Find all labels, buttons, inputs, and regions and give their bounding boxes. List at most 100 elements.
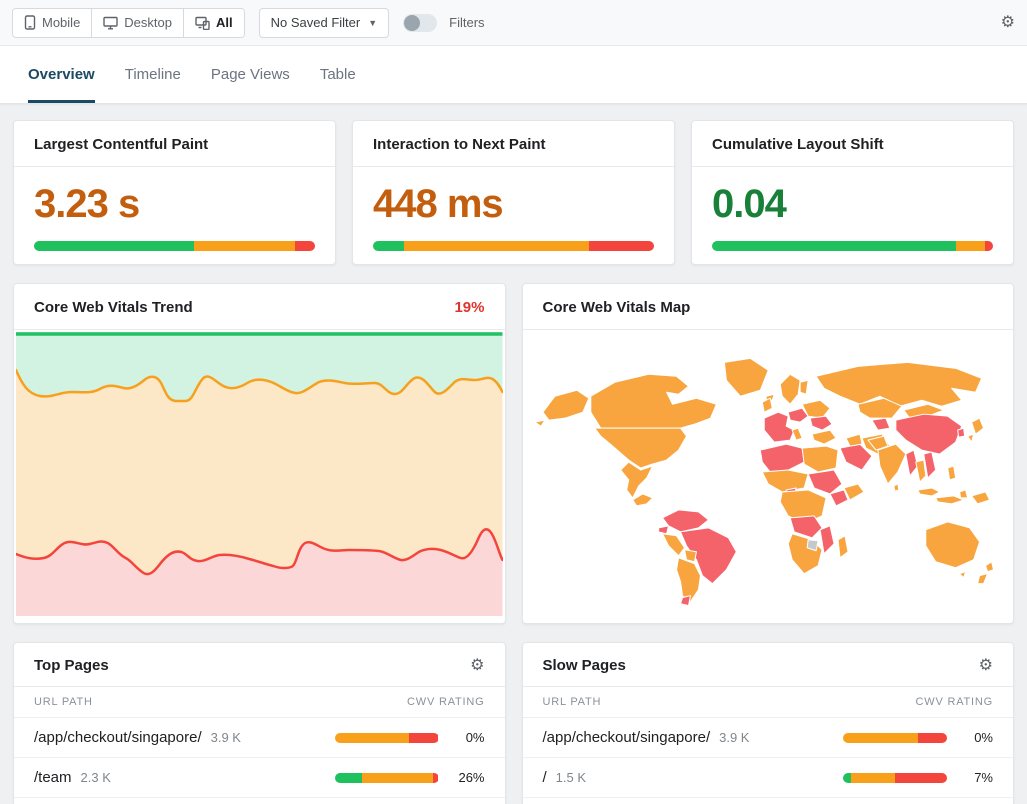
toggle-knob: [404, 15, 420, 31]
bar-segment-good: [34, 241, 194, 251]
slow-pages-card: Slow Pages ⚙ URL PATH CWV RATING /app/ch…: [522, 642, 1015, 804]
cwv-rating-bar: [335, 773, 439, 783]
phone-icon: [24, 15, 36, 30]
device-button-label: Mobile: [42, 15, 80, 30]
saved-filter-label: No Saved Filter: [271, 15, 361, 30]
bar-segment-ni: [956, 241, 984, 251]
table-row[interactable]: /app/checkout/singapore/ 3.9 K 0%: [14, 718, 505, 758]
bar-segment-poor: [895, 773, 947, 783]
pageview-count: 3.9 K: [719, 730, 749, 745]
cwv-map-card: Core Web Vitals Map: [522, 283, 1015, 624]
url-path[interactable]: /app/checkout/singapore/: [543, 729, 711, 746]
bar-segment-good: [843, 773, 851, 783]
inp-card: Interaction to Next Paint 448 ms: [352, 120, 675, 265]
bar-segment-poor: [433, 773, 438, 783]
cwv-rating-bar: [843, 733, 947, 743]
device-button-all[interactable]: All: [184, 9, 244, 37]
filters-toggle-wrap: Filters: [403, 14, 484, 32]
cls-rating-bar: [712, 241, 993, 251]
col-cwv-rating: CWV RATING: [407, 696, 484, 708]
bar-segment-good: [373, 241, 404, 251]
bar-segment-poor: [409, 733, 438, 743]
bar-segment-poor: [589, 241, 654, 251]
filters-toggle-label: Filters: [449, 15, 484, 30]
trend-percent-badge: 19%: [454, 299, 484, 316]
bar-segment-ni: [362, 773, 434, 783]
tab-timeline[interactable]: Timeline: [125, 46, 181, 103]
tab-page-views[interactable]: Page Views: [211, 46, 290, 103]
inp-rating-bar: [373, 241, 654, 251]
bar-segment-ni: [335, 733, 410, 743]
inp-value: 448 ms: [373, 182, 654, 226]
filter-toolbar: Mobile Desktop All No Saved Filter ▼ Fil…: [0, 0, 1027, 46]
good-percent: 0%: [447, 730, 485, 745]
top-pages-gear-icon[interactable]: ⚙: [470, 658, 484, 674]
slow-pages-gear-icon[interactable]: ⚙: [979, 658, 993, 674]
cls-card-title: Cumulative Layout Shift: [712, 136, 884, 153]
url-path[interactable]: /team: [34, 769, 72, 786]
cls-value: 0.04: [712, 182, 993, 226]
tab-label: Table: [320, 66, 356, 83]
device-button-desktop[interactable]: Desktop: [92, 9, 184, 37]
lcp-card: Largest Contentful Paint 3.23 s: [13, 120, 336, 265]
bar-segment-ni: [194, 241, 295, 251]
cwv-rating-bar: [335, 733, 439, 743]
device-button-label: Desktop: [124, 15, 172, 30]
pageview-count: 2.3 K: [81, 770, 111, 785]
bar-segment-poor: [295, 241, 315, 251]
pageview-count: 3.9 K: [211, 730, 241, 745]
trend-chart: [14, 330, 505, 618]
table-row-section: Top Pages ⚙ URL PATH CWV RATING /app/che…: [13, 642, 1014, 804]
filters-toggle[interactable]: [403, 14, 437, 32]
tab-overview[interactable]: Overview: [28, 46, 95, 103]
tab-table[interactable]: Table: [320, 46, 356, 103]
top-pages-card: Top Pages ⚙ URL PATH CWV RATING /app/che…: [13, 642, 506, 804]
col-url-path: URL PATH: [543, 696, 602, 708]
tab-label: Overview: [28, 66, 95, 83]
trend-card-title: Core Web Vitals Trend: [34, 299, 193, 316]
chevron-down-icon: ▼: [368, 18, 377, 28]
trend-area-chart: [16, 332, 503, 616]
table-row[interactable]: / 1.5 K 7%: [523, 758, 1014, 798]
col-cwv-rating: CWV RATING: [916, 696, 993, 708]
device-button-label: All: [216, 15, 233, 30]
chart-row: Core Web Vitals Trend 19% Core Web Vital…: [13, 283, 1014, 624]
bar-segment-good: [712, 241, 956, 251]
bar-segment-good: [335, 773, 362, 783]
slow-pages-title: Slow Pages: [543, 657, 626, 674]
lcp-card-title: Largest Contentful Paint: [34, 136, 208, 153]
device-button-mobile[interactable]: Mobile: [13, 9, 92, 37]
device-filter-group: Mobile Desktop All: [12, 8, 245, 38]
tab-label: Page Views: [211, 66, 290, 83]
cwv-rating-bar: [843, 773, 947, 783]
pageview-count: 1.5 K: [556, 770, 586, 785]
cwv-trend-card: Core Web Vitals Trend 19%: [13, 283, 506, 624]
world-map: [523, 330, 1014, 618]
table-row[interactable]: /team 2.3 K 26%: [14, 758, 505, 798]
lcp-rating-bar: [34, 241, 315, 251]
cls-card: Cumulative Layout Shift 0.04: [691, 120, 1014, 265]
bar-segment-poor: [985, 241, 993, 251]
devices-icon: [195, 16, 210, 30]
settings-gear-icon[interactable]: ⚙: [1001, 15, 1015, 31]
good-percent: 26%: [447, 770, 485, 785]
map-card-title: Core Web Vitals Map: [543, 299, 691, 316]
monitor-icon: [103, 16, 118, 30]
bar-segment-ni: [404, 241, 589, 251]
top-pages-title: Top Pages: [34, 657, 109, 674]
col-url-path: URL PATH: [34, 696, 93, 708]
tab-label: Timeline: [125, 66, 181, 83]
bar-segment-ni: [843, 733, 918, 743]
inp-card-title: Interaction to Next Paint: [373, 136, 546, 153]
view-tabs: Overview Timeline Page Views Table: [0, 46, 1027, 104]
bar-segment-ni: [851, 773, 895, 783]
lcp-value: 3.23 s: [34, 182, 315, 226]
good-percent: 0%: [955, 730, 993, 745]
world-map-svg: [529, 334, 1008, 614]
table-row[interactable]: /app/checkout/singapore/ 3.9 K 0%: [523, 718, 1014, 758]
saved-filter-dropdown[interactable]: No Saved Filter ▼: [259, 8, 390, 38]
dashboard-main: Largest Contentful Paint 3.23 s Interact…: [0, 104, 1027, 804]
metric-card-row: Largest Contentful Paint 3.23 s Interact…: [13, 120, 1014, 265]
url-path[interactable]: /app/checkout/singapore/: [34, 729, 202, 746]
url-path[interactable]: /: [543, 769, 547, 786]
